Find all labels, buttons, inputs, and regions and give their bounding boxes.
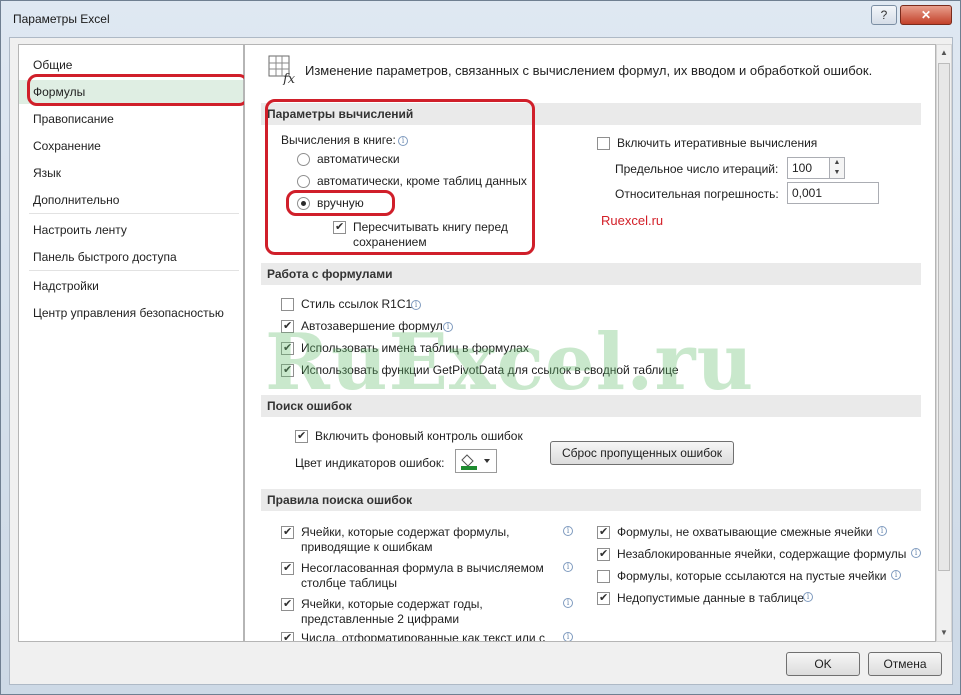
formula-sheet-icon: fx <box>268 55 296 85</box>
rule-two-digit-years-label-line2: представленные 2 цифрами <box>301 612 460 626</box>
info-icon: i <box>563 562 573 572</box>
rule-two-digit-years-checkbox[interactable] <box>281 597 294 611</box>
page-description: Изменение параметров, связанных с вычисл… <box>305 63 873 78</box>
info-icon: i <box>563 632 573 641</box>
window-title: Параметры Excel <box>13 12 110 26</box>
sidebar-item-trust-center[interactable]: Центр управления безопасностью <box>19 301 243 325</box>
scroll-up-icon[interactable]: ▲ <box>937 45 951 61</box>
options-content: fx Изменение параметров, связанных с выч… <box>244 44 936 642</box>
ok-button[interactable]: OK <box>786 652 860 676</box>
close-button[interactable]: ✕ <box>900 5 952 25</box>
sidebar-item-addins[interactable]: Надстройки <box>19 274 243 298</box>
info-icon: i <box>891 570 901 580</box>
spin-down-icon[interactable]: ▼ <box>830 168 844 178</box>
rule-invalid-data-label: Недопустимые данные в таблице <box>617 591 804 605</box>
sidebar-item-quick-access-toolbar[interactable]: Панель быстрого доступа <box>19 245 243 269</box>
background-error-checking-checkbox[interactable] <box>295 429 308 443</box>
highlight-oval-formulas <box>27 74 249 106</box>
scroll-down-icon[interactable]: ▼ <box>937 625 951 641</box>
sidebar-divider <box>29 270 239 271</box>
section-working-with-formulas: Работа с формулами <box>261 263 921 285</box>
help-button[interactable]: ? <box>871 5 897 25</box>
sidebar-divider <box>29 213 239 214</box>
section-error-checking-rules: Правила поиска ошибок <box>261 489 921 511</box>
rule-inconsistent-column-label-line1: Несогласованная формула в вычисляемом <box>301 561 544 575</box>
rule-numbers-as-text-checkbox[interactable] <box>281 631 294 641</box>
rule-inconsistent-column-label-line2: столбце таблицы <box>301 576 397 590</box>
highlight-oval-calculation <box>265 99 535 255</box>
rule-formula-errors-label-line2: приводящие к ошибкам <box>301 540 433 554</box>
sidebar-item-save[interactable]: Сохранение <box>19 134 243 158</box>
sidebar-item-proofing[interactable]: Правописание <box>19 107 243 131</box>
content-scrollbar[interactable]: ▲ ▼ <box>936 44 952 642</box>
rule-two-digit-years-label-line1: Ячейки, которые содержат годы, <box>301 597 483 611</box>
max-iterations-label: Предельное число итераций: <box>615 162 779 176</box>
ruexcel-watermark-link: Ruexcel.ru <box>601 213 664 228</box>
r1c1-reference-label: Стиль ссылок R1C1 <box>301 297 413 311</box>
excel-options-window: Параметры Excel ? ✕ Общие Формулы Правоп… <box>0 0 961 695</box>
formula-autocomplete-label: Автозавершение формул <box>301 319 443 333</box>
info-icon: i <box>911 548 921 558</box>
rule-formula-errors-label-line1: Ячейки, которые содержат формулы, <box>301 525 510 539</box>
sidebar-item-language[interactable]: Язык <box>19 161 243 185</box>
rule-formula-errors-checkbox[interactable] <box>281 525 294 539</box>
formula-autocomplete-checkbox[interactable] <box>281 319 294 333</box>
indicator-color-picker[interactable] <box>455 449 497 473</box>
getpivotdata-checkbox[interactable] <box>281 363 294 377</box>
info-icon: i <box>877 526 887 536</box>
rule-invalid-data-checkbox[interactable] <box>597 591 610 605</box>
spin-up-icon[interactable]: ▲ <box>830 158 844 168</box>
rule-empty-cells-checkbox[interactable] <box>597 570 610 583</box>
rule-omits-adjacent-label: Формулы, не охватывающие смежные ячейки <box>617 525 873 539</box>
table-names-label: Использовать имена таблиц в формулах <box>301 341 529 355</box>
max-iterations-spinner[interactable]: ▲ ▼ <box>829 157 845 179</box>
info-icon: i <box>443 322 453 332</box>
rule-unlocked-cells-checkbox[interactable] <box>597 547 610 561</box>
options-sidebar: Общие Формулы Правописание Сохранение Яз… <box>18 44 249 642</box>
iterative-calculation-label: Включить итеративные вычисления <box>617 136 818 150</box>
iterative-calculation-checkbox[interactable] <box>597 137 610 150</box>
r1c1-reference-checkbox[interactable] <box>281 298 294 311</box>
reset-ignored-errors-button[interactable]: Сброс пропущенных ошибок <box>550 441 734 465</box>
paint-bucket-icon <box>461 454 490 470</box>
section-error-checking: Поиск ошибок <box>261 395 921 417</box>
rule-inconsistent-column-checkbox[interactable] <box>281 561 294 575</box>
indicator-color-label: Цвет индикаторов ошибок: <box>295 456 445 470</box>
scroll-thumb[interactable] <box>938 63 950 571</box>
rule-omits-adjacent-checkbox[interactable] <box>597 525 610 539</box>
sidebar-item-advanced[interactable]: Дополнительно <box>19 188 243 212</box>
title-bar: Параметры Excel ? ✕ <box>1 1 960 37</box>
sidebar-item-customize-ribbon[interactable]: Настроить ленту <box>19 218 243 242</box>
info-icon: i <box>411 300 421 310</box>
rule-unlocked-cells-label: Незаблокированные ячейки, содержащие фор… <box>617 547 907 561</box>
info-icon: i <box>563 526 573 536</box>
table-names-checkbox[interactable] <box>281 341 294 355</box>
cancel-button[interactable]: Отмена <box>868 652 942 676</box>
info-icon: i <box>563 598 573 608</box>
max-change-input[interactable]: 0,001 <box>787 182 879 204</box>
info-icon: i <box>803 592 813 602</box>
dialog-client-area: Общие Формулы Правописание Сохранение Яз… <box>9 37 953 685</box>
max-change-label: Относительная погрешность: <box>615 187 779 201</box>
rule-empty-cells-label: Формулы, которые ссылаются на пустые яче… <box>617 569 887 583</box>
getpivotdata-label: Использовать функции GetPivotData для сс… <box>301 363 679 377</box>
background-error-checking-label: Включить фоновый контроль ошибок <box>315 429 523 443</box>
max-iterations-input[interactable]: 100 <box>787 157 831 179</box>
rule-numbers-as-text-label: Числа, отформатированные как текст или с <box>301 631 545 642</box>
svg-text:fx: fx <box>282 72 296 85</box>
